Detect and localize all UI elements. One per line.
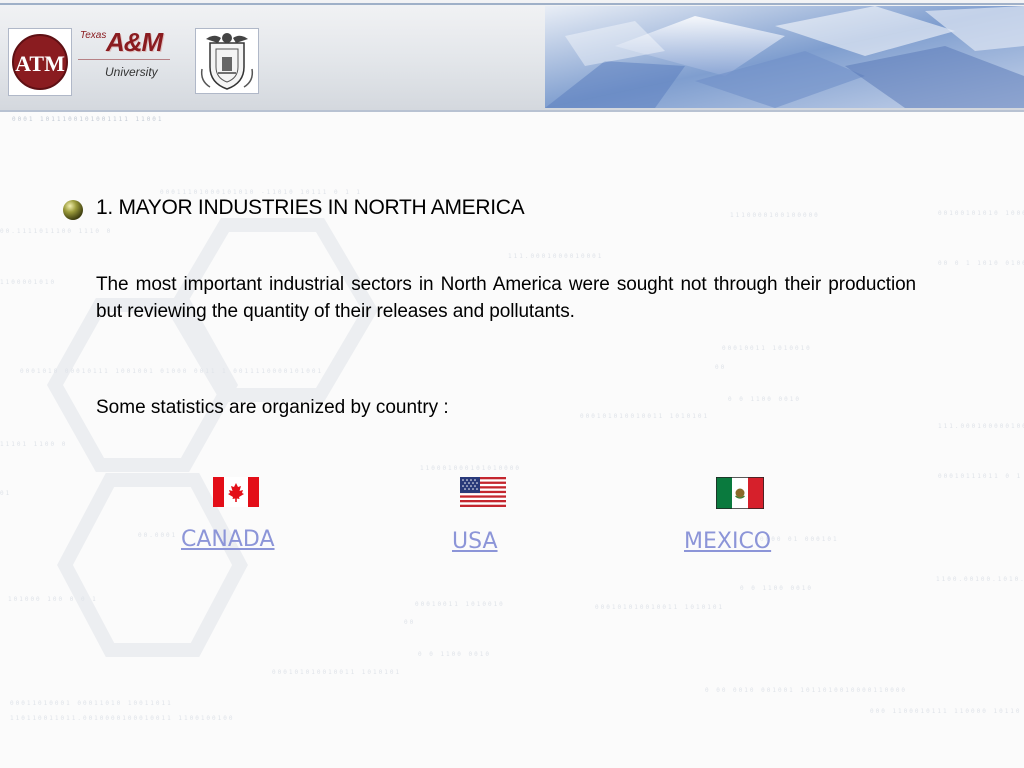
- svg-text:0 00 0010 001001 10110100100: 0 00 0010 001001 1011010010000110000: [705, 687, 907, 694]
- svg-text:00.0001: 00.0001: [138, 532, 177, 539]
- mexico-link[interactable]: MEXICO: [684, 529, 771, 554]
- svg-text:00.1111011100 1110 0: 00.1111011100 1110 0: [0, 228, 112, 235]
- wordmark-am: A&M: [106, 27, 163, 57]
- svg-text:111.0001000010001: 111.0001000010001: [508, 253, 603, 260]
- svg-text:00: 00: [404, 619, 415, 626]
- svg-text:101000 100 0 0 1: 101000 100 0 0 1: [8, 596, 98, 603]
- wordmark-divider: [78, 59, 170, 60]
- svg-text:01: 01: [0, 490, 11, 497]
- svg-text:00010011 1010010: 00010011 1010010: [415, 601, 505, 608]
- svg-text:000101010010011 1010101: 000101010010011 1010101: [580, 413, 709, 420]
- svg-text:000 1100010111 110000 10110: 000 1100010111 110000 10110: [870, 708, 1022, 715]
- header-banner: ATM Texas A&M University: [0, 0, 1024, 112]
- svg-text:00010111011 0 1: 00010111011 0 1: [938, 473, 1022, 480]
- svg-text:1100001010: 1100001010: [0, 279, 56, 286]
- svg-text:0001010 00010111 1001001 01: 0001010 00010111 1001001 01000 0011 1 00…: [20, 368, 323, 375]
- wordmark-university: University: [105, 65, 158, 79]
- svg-text:0 0 1100 0010: 0 0 1100 0010: [728, 396, 801, 403]
- svg-text:0000 01 000101: 0000 01 000101: [760, 536, 839, 543]
- svg-text:1100.00100.1010.1110: 1100.00100.1010.1110: [936, 576, 1024, 583]
- header-ice-blocks-image: [545, 6, 1024, 108]
- svg-text:00011101000101010 -11010 101: 00011101000101010 -11010 10111 0 1 1: [160, 189, 362, 196]
- usa-link[interactable]: USA: [452, 529, 498, 554]
- svg-text:1110000100100000: 1110000100100000: [730, 212, 820, 219]
- svg-text:000101010010011 1010101: 000101010010011 1010101: [272, 669, 401, 676]
- svg-text:111.00010000010001: 111.00010000010001: [938, 423, 1024, 430]
- tamu-logo: ATM: [8, 28, 72, 96]
- logo-letters: ATM: [15, 51, 65, 76]
- intro-paragraph: The most important industrial sectors in…: [96, 274, 916, 322]
- svg-text:00100101010 1000: 00100101010 1000: [938, 210, 1024, 217]
- svg-text:00: 00: [715, 364, 726, 371]
- svg-text:00 0 1 1010 0100: 00 0 1 1010 0100: [938, 260, 1024, 267]
- svg-text:110001000101010000: 110001000101010000: [420, 465, 521, 472]
- svg-text:110110011011.0010000100010011: 110110011011.0010000100010011 1100100100: [10, 715, 235, 722]
- canada-link[interactable]: CANADA: [181, 527, 275, 552]
- statistics-subheading: Some statistics are organized by country…: [96, 397, 449, 418]
- header-top-line: [0, 3, 1024, 5]
- svg-text:11101 1100 0: 11101 1100 0: [0, 441, 67, 448]
- usa-flag-icon: [460, 477, 506, 507]
- wordmark-texas: Texas: [80, 30, 107, 41]
- canada-flag-icon: [213, 477, 259, 507]
- section-title: 1. MAYOR INDUSTRIES IN NORTH AMERICA: [96, 196, 525, 219]
- svg-text:0 0 1100 0010: 0 0 1100 0010: [418, 651, 491, 658]
- bullet-sphere-icon: [63, 200, 83, 220]
- svg-text:00010011 1010010: 00010011 1010010: [722, 345, 812, 352]
- header-noise-text: 0001 1011100101001111 11001: [12, 116, 164, 123]
- mexico-flag-icon: [716, 477, 764, 509]
- svg-text:00011010001 00011010 1001101: 00011010001 00011010 10011011: [10, 700, 173, 707]
- eagle-seal-icon: [195, 28, 259, 94]
- svg-text:000101010010011 1010101: 000101010010011 1010101: [595, 604, 724, 611]
- svg-text:0 0 1100 0010: 0 0 1100 0010: [740, 585, 813, 592]
- university-wordmark: Texas A&M University: [76, 26, 176, 86]
